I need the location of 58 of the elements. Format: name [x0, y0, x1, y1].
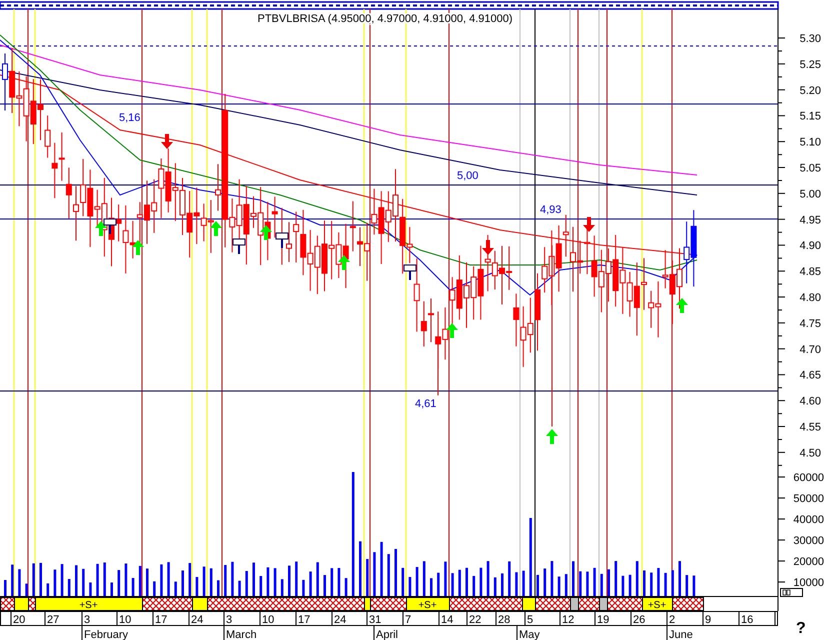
date-label: 27 — [47, 614, 60, 626]
price-axis-label: 4.50 — [800, 447, 821, 460]
volume-axis-label: 10000 — [793, 577, 824, 589]
price-axis-label: 5.30 — [800, 33, 821, 45]
month-label: June — [669, 629, 693, 640]
date-label: 19 — [597, 614, 610, 626]
date-label: 31 — [369, 614, 382, 626]
date-label: 5 — [527, 614, 534, 626]
signal-strip-segment: +S+ — [35, 597, 143, 611]
date-label: 7 — [405, 614, 412, 626]
price-axis-label: 4.85 — [800, 266, 821, 278]
date-label: 22 — [469, 614, 482, 626]
price-annotation: 5,00 — [457, 170, 478, 182]
price-axis-label: 5.25 — [800, 58, 821, 71]
date-label: 10 — [119, 614, 132, 626]
date-label: 16 — [741, 614, 754, 626]
date-label: 2 — [669, 614, 676, 626]
price-axis-label: 4.70 — [800, 344, 821, 356]
volume-axis-label: 50000 — [793, 493, 824, 505]
price-axis-label: 5.20 — [800, 84, 821, 97]
price-axis-label: 5.05 — [800, 162, 821, 174]
price-annotation: 4,93 — [540, 204, 562, 216]
volume-axis-label: 30000 — [793, 535, 824, 547]
date-label: 3 — [226, 614, 232, 626]
help-button[interactable]: ? — [796, 620, 806, 637]
date-label: 14 — [441, 614, 454, 626]
volume-axis-label: 20000 — [793, 556, 824, 568]
price-axis-label: 5.00 — [800, 188, 821, 200]
date-label: 26 — [633, 614, 646, 626]
price-axis-label: 5.15 — [800, 110, 821, 123]
price-axis-label: 4.95 — [800, 214, 821, 226]
volume-axis-label: 60000 — [793, 472, 824, 484]
price-axis-label: 5.10 — [800, 136, 821, 149]
price-axis-label: 4.75 — [800, 318, 821, 330]
date-label: 20 — [13, 614, 26, 626]
month-label: March — [226, 629, 257, 640]
date-label: 3 — [84, 614, 90, 626]
month-label: April — [376, 629, 398, 640]
price-axis-label: 4.60 — [800, 396, 821, 408]
volume-axis-label: 40000 — [793, 514, 824, 526]
price-axis-label: 4.65 — [800, 370, 821, 382]
month-label: February — [84, 629, 128, 640]
price-annotation: 4,61 — [415, 398, 436, 410]
date-label: 9 — [705, 614, 712, 626]
price-annotation: 5,16 — [119, 112, 140, 124]
month-label: May — [519, 629, 540, 640]
date-label: 12 — [562, 614, 574, 626]
date-label: 17 — [155, 614, 168, 626]
price-axis-label: 4.90 — [800, 240, 821, 252]
price-axis-label: 4.80 — [800, 292, 821, 304]
price-axis-label: 4.55 — [800, 422, 821, 434]
signal-strip-segment: +S+ — [642, 597, 673, 611]
date-label: 17 — [298, 614, 310, 626]
date-label: 10 — [262, 614, 274, 626]
signal-strip-segment: +S+ — [406, 597, 450, 611]
date-label: 24 — [334, 614, 346, 626]
date-label: 24 — [191, 614, 204, 626]
date-label: 28 — [498, 614, 510, 626]
